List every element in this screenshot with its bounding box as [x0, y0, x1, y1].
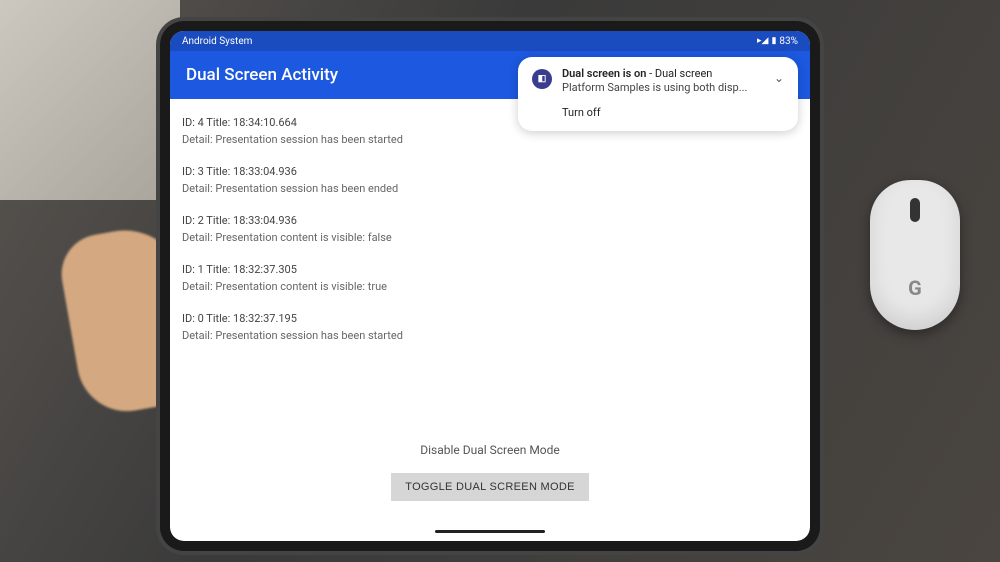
log-detail: Detail: Presentation session has been st… — [182, 132, 798, 149]
log-title: ID: 3 Title: 18:33:04.936 — [182, 164, 798, 181]
wifi-icon: ▸◢ — [757, 36, 768, 46]
log-title: ID: 2 Title: 18:33:04.936 — [182, 213, 798, 230]
computer-mouse: G — [870, 180, 960, 330]
desk-object-left — [0, 0, 180, 200]
list-item: ID: 0 Title: 18:32:37.195 Detail: Presen… — [182, 311, 798, 344]
log-detail: Detail: Presentation session has been en… — [182, 181, 798, 198]
log-detail: Detail: Presentation content is visible:… — [182, 230, 798, 247]
dual-screen-icon: ◧ — [532, 69, 552, 89]
list-item: ID: 1 Title: 18:32:37.305 Detail: Presen… — [182, 262, 798, 295]
notification-title: Dual screen is on - Dual screen — [562, 67, 760, 80]
status-bar: Android System ▸◢ ▮ 83% — [170, 31, 810, 51]
log-title: ID: 0 Title: 18:32:37.195 — [182, 311, 798, 328]
bottom-controls: Disable Dual Screen Mode TOGGLE DUAL SCR… — [170, 443, 810, 501]
log-detail: Detail: Presentation content is visible:… — [182, 279, 798, 296]
list-item: ID: 3 Title: 18:33:04.936 Detail: Presen… — [182, 164, 798, 197]
chevron-down-icon[interactable]: ⌄ — [774, 71, 784, 85]
log-title: ID: 1 Title: 18:32:37.305 — [182, 262, 798, 279]
main-content: ID: 4 Title: 18:34:10.664 Detail: Presen… — [170, 99, 810, 541]
toggle-dual-screen-button[interactable]: TOGGLE DUAL SCREEN MODE — [391, 473, 589, 501]
battery-percent: 83% — [779, 36, 798, 47]
notification-card[interactable]: ◧ Dual screen is on - Dual screen Platfo… — [518, 57, 798, 131]
mouse-scroll-wheel — [910, 198, 920, 222]
log-detail: Detail: Presentation session has been st… — [182, 328, 798, 345]
turn-off-button[interactable]: Turn off — [562, 106, 784, 119]
page-title: Dual Screen Activity — [186, 65, 338, 85]
notification-subtitle: Platform Samples is using both disp... — [562, 81, 760, 94]
battery-icon: ▮ — [771, 36, 776, 46]
mouse-logo-icon: G — [908, 276, 922, 300]
navigation-handle[interactable] — [435, 530, 545, 533]
status-right-icons: ▸◢ ▮ 83% — [757, 36, 798, 47]
mode-label: Disable Dual Screen Mode — [170, 443, 810, 457]
tablet-screen: Android System ▸◢ ▮ 83% Dual Screen Acti… — [170, 31, 810, 541]
status-system-label: Android System — [182, 36, 252, 47]
list-item: ID: 2 Title: 18:33:04.936 Detail: Presen… — [182, 213, 798, 246]
log-list: ID: 4 Title: 18:34:10.664 Detail: Presen… — [182, 107, 798, 344]
